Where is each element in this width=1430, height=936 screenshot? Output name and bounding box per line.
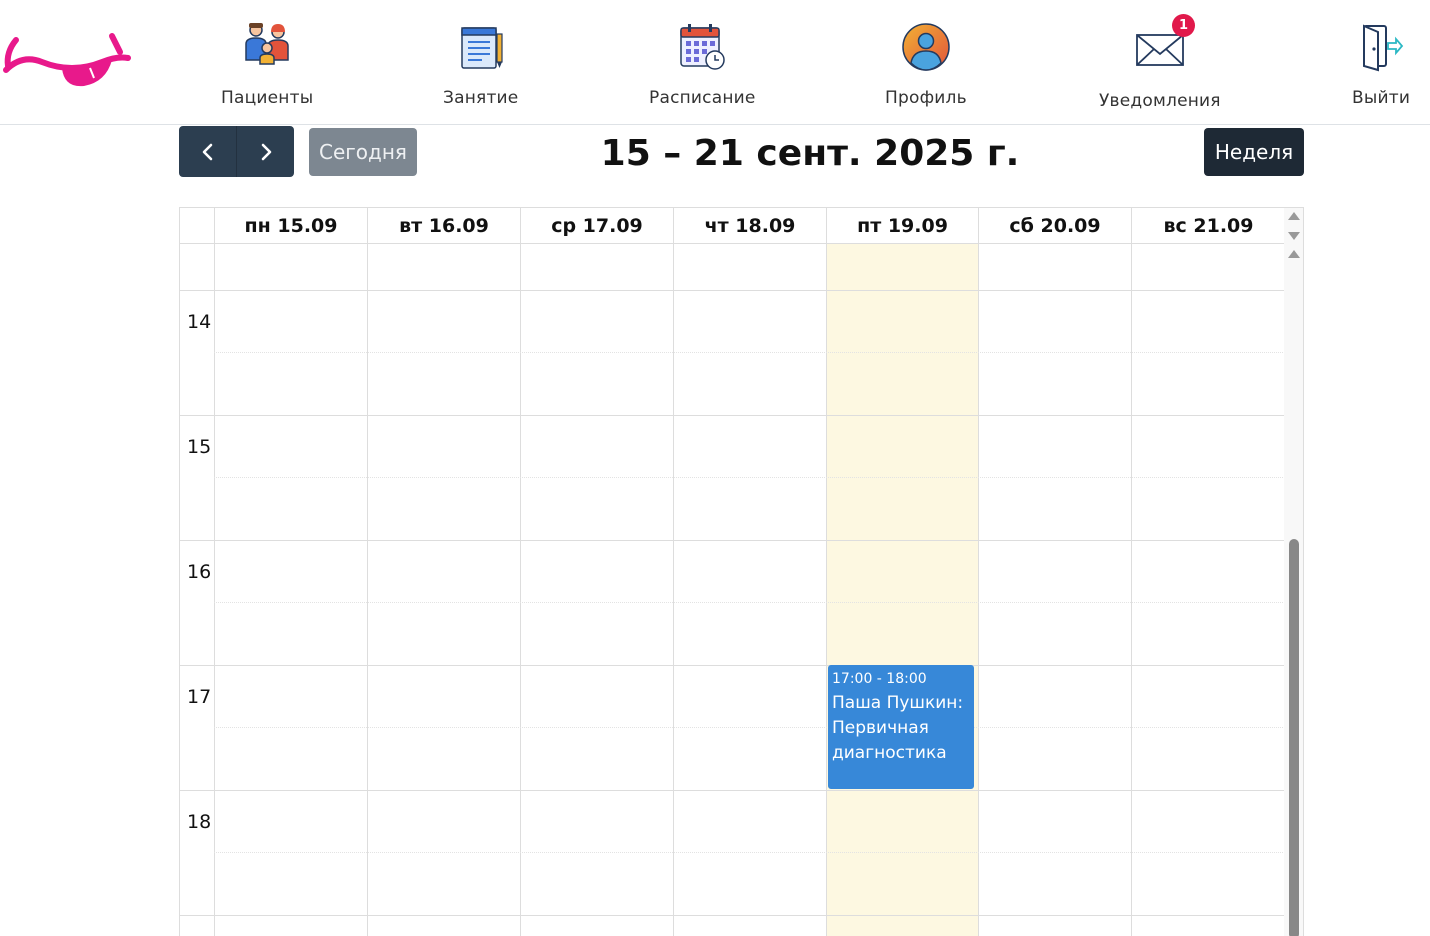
- half-hour-line: [214, 352, 1285, 353]
- day-header: пт 19.09: [826, 208, 978, 243]
- logout-icon: [1363, 24, 1404, 72]
- hour-line: [180, 790, 1285, 791]
- notepad-icon: [460, 27, 503, 69]
- prev-week-button[interactable]: [179, 126, 237, 177]
- scroll-down-icon[interactable]: [1288, 232, 1300, 240]
- event-title: Паша Пушкин: Первичная диагностика: [832, 693, 964, 763]
- chevron-left-icon: [202, 143, 212, 160]
- half-hour-line: [214, 477, 1285, 478]
- nav-schedule-label: Расписание: [649, 88, 756, 108]
- hour-line: [180, 665, 1285, 666]
- today-column[interactable]: [826, 244, 978, 936]
- day-header: пн 15.09: [214, 208, 367, 243]
- day-column[interactable]: [214, 244, 367, 936]
- week-view-button[interactable]: Неделя: [1204, 128, 1304, 176]
- top-header: Пациенты Занятие Расписание Профиль Увед…: [0, 0, 1430, 125]
- day-header: вс 21.09: [1131, 208, 1285, 243]
- calendar-title: 15 – 21 сент. 2025 г.: [600, 133, 1020, 174]
- week-calendar: пн 15.09 вт 16.09 ср 17.09 чт 18.09 пт 1…: [179, 207, 1304, 936]
- hour-label: 18: [187, 811, 212, 833]
- nav-logout[interactable]: Выйти: [1352, 20, 1410, 108]
- day-column[interactable]: [978, 244, 1131, 936]
- family-icon: [245, 23, 289, 65]
- nav-patients-label: Пациенты: [221, 88, 314, 108]
- profile-icon: [902, 23, 950, 71]
- scrollbar-thumb[interactable]: [1289, 539, 1299, 936]
- nav-patients[interactable]: Пациенты: [221, 20, 313, 108]
- prev-next-group: [179, 126, 294, 177]
- nav-session[interactable]: Занятие: [443, 20, 518, 108]
- event-time: 17:00 - 18:00: [832, 671, 927, 687]
- nav-profile-label: Профиль: [885, 88, 967, 108]
- half-hour-line: [214, 602, 1285, 603]
- day-header: вт 16.09: [367, 208, 520, 243]
- today-button[interactable]: Сегодня: [309, 128, 417, 176]
- hour-line: [180, 915, 1285, 916]
- half-hour-line: [214, 852, 1285, 853]
- nav-notifications-label: Уведомления: [1099, 91, 1221, 111]
- day-header: ср 17.09: [520, 208, 673, 243]
- hour-label: 17: [187, 686, 212, 708]
- hour-label: 14: [187, 311, 212, 333]
- nav-logout-label: Выйти: [1352, 88, 1411, 108]
- calendar-scrollbar[interactable]: [1284, 208, 1303, 936]
- hour-label: 16: [187, 561, 212, 583]
- day-column[interactable]: [520, 244, 673, 936]
- notification-count-badge: 1: [1172, 14, 1195, 37]
- day-header: сб 20.09: [978, 208, 1131, 243]
- hour-label: 15: [187, 436, 212, 458]
- nav-session-label: Занятие: [443, 88, 519, 108]
- nav-profile[interactable]: Профиль: [885, 20, 967, 108]
- time-grid: 14 15 16 17 18 17:00 - 18:00 Паша Пушкин…: [180, 244, 1285, 936]
- chevron-right-icon: [261, 143, 271, 160]
- nav-schedule[interactable]: Расписание: [649, 20, 756, 108]
- scroll-up-icon[interactable]: [1288, 250, 1300, 258]
- nav-notifications[interactable]: Уведомления: [1099, 23, 1221, 111]
- hour-line: [180, 290, 1285, 291]
- day-header-row: пн 15.09 вт 16.09 ср 17.09 чт 18.09 пт 1…: [180, 208, 1285, 244]
- day-header: чт 18.09: [673, 208, 826, 243]
- calendar-event[interactable]: 17:00 - 18:00 Паша Пушкин: Первичная диа…: [828, 665, 974, 789]
- hour-line: [180, 540, 1285, 541]
- next-week-button[interactable]: [237, 126, 294, 177]
- half-hour-line: [214, 727, 1285, 728]
- logo-icon[interactable]: [2, 30, 132, 90]
- calendar-clock-icon: [680, 24, 726, 70]
- day-column[interactable]: [673, 244, 826, 936]
- hour-line: [180, 415, 1285, 416]
- scroll-up-icon[interactable]: [1288, 212, 1300, 220]
- day-column[interactable]: [1131, 244, 1285, 936]
- day-column[interactable]: [367, 244, 520, 936]
